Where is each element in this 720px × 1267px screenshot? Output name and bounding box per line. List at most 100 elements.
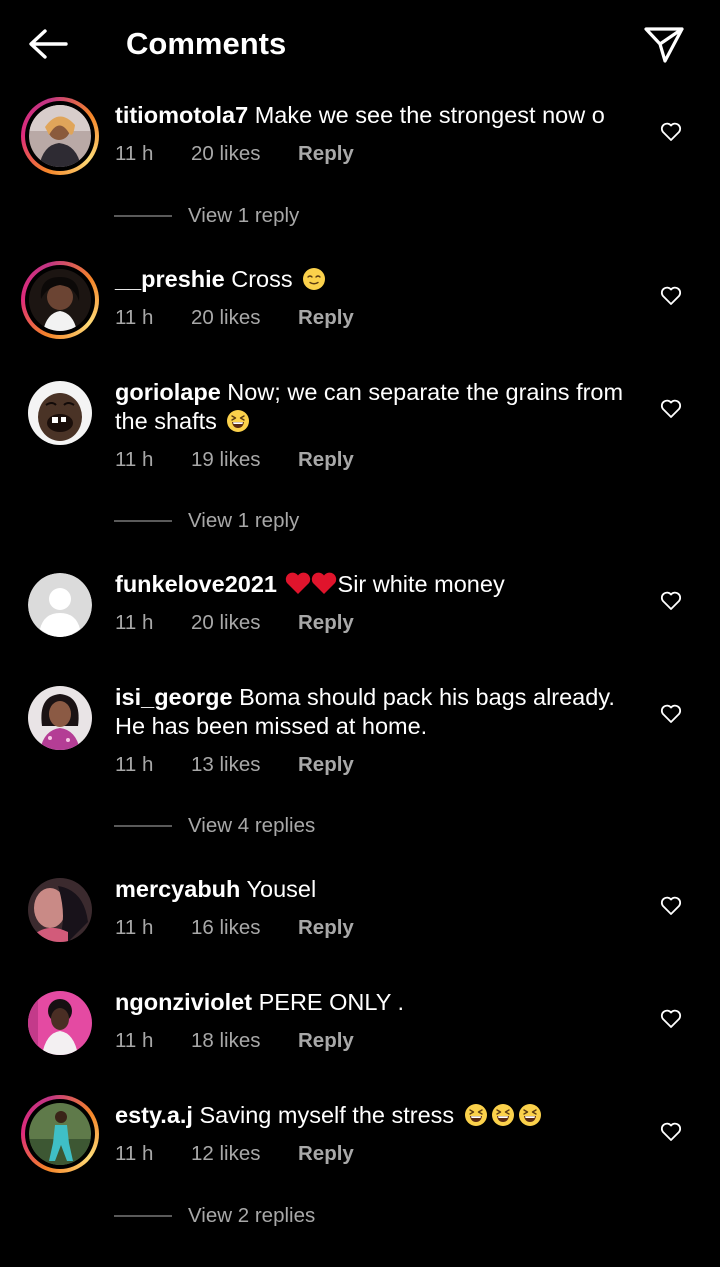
replies-divider (114, 520, 172, 522)
view-replies-label: View 2 replies (188, 1204, 316, 1227)
replies-divider (114, 1215, 172, 1217)
reply-button[interactable]: Reply (298, 1141, 354, 1167)
like-button[interactable] (656, 586, 686, 616)
avatar[interactable] (28, 686, 92, 750)
likes-count[interactable]: 20 likes (191, 141, 298, 167)
like-button[interactable] (656, 281, 686, 311)
username[interactable]: esty.a.j (115, 1102, 193, 1128)
comment-body: PERE ONLY . (258, 989, 405, 1015)
heart-icon (660, 1122, 682, 1141)
likes-count[interactable]: 13 likes (191, 752, 298, 778)
comment-meta: 11 h 20 likes Reply (115, 610, 354, 636)
avatar[interactable] (21, 261, 99, 339)
avatar[interactable] (28, 991, 92, 1055)
reply-button[interactable]: Reply (298, 915, 354, 941)
username[interactable]: goriolape (115, 379, 221, 405)
comment-meta: 11 h 20 likes Reply (115, 305, 354, 331)
comment-meta: 11 h 20 likes Reply (115, 141, 354, 167)
view-replies-button[interactable]: View 2 replies (114, 1202, 315, 1230)
view-replies-button[interactable]: View 1 reply (114, 507, 299, 535)
comment-body: Cross (231, 266, 293, 292)
comment-time: 11 h (115, 306, 154, 329)
likes-count[interactable]: 20 likes (191, 305, 298, 331)
comment-text: esty.a.j Saving myself the stress (115, 1101, 635, 1130)
like-button[interactable] (656, 891, 686, 921)
username[interactable]: ngonziviolet (115, 989, 252, 1015)
view-replies-label: View 4 replies (188, 814, 316, 837)
comment-meta: 11 h 16 likes Reply (115, 915, 354, 941)
grinning-squinting-face-emoji (227, 410, 250, 432)
reply-button[interactable]: Reply (298, 447, 354, 473)
comment-text: isi_george Boma should pack his bags alr… (115, 683, 635, 741)
red-heart-emoji (311, 572, 336, 594)
heart-icon (660, 591, 682, 610)
heart-icon (660, 286, 682, 305)
comment-time: 11 h (115, 142, 154, 165)
reply-button[interactable]: Reply (298, 305, 354, 331)
comment-text: titiomotola7 Make we see the strongest n… (115, 101, 635, 130)
username[interactable]: __preshie (115, 266, 225, 292)
grinning-squinting-face-emoji (464, 1104, 487, 1126)
default-avatar-icon (28, 573, 92, 637)
grinning-squinting-face-emoji (491, 1104, 514, 1126)
comment-time: 11 h (115, 916, 154, 939)
likes-count[interactable]: 12 likes (191, 1141, 298, 1167)
grinning-squinting-face-emoji (518, 1104, 541, 1126)
comment-text: __preshie Cross (115, 265, 635, 294)
likes-count[interactable]: 20 likes (191, 610, 298, 636)
reply-button[interactable]: Reply (298, 141, 354, 167)
arrow-left-icon (29, 29, 68, 59)
comment-body: Saving myself the stress (199, 1102, 455, 1128)
page-title: Comments (126, 26, 287, 61)
heart-icon (660, 1009, 682, 1028)
like-button[interactable] (656, 699, 686, 729)
comment-time: 11 h (115, 611, 154, 634)
comment-meta: 11 h 19 likes Reply (115, 447, 354, 473)
reply-button[interactable]: Reply (298, 1028, 354, 1054)
view-replies-button[interactable]: View 4 replies (114, 812, 315, 840)
username[interactable]: funkelove2021 (115, 571, 277, 597)
view-replies-label: View 1 reply (188, 204, 300, 227)
likes-count[interactable]: 16 likes (191, 915, 298, 941)
share-button[interactable] (640, 20, 688, 68)
comment-time: 11 h (115, 448, 154, 471)
red-heart-emoji (285, 572, 310, 594)
avatar[interactable] (21, 97, 99, 175)
comment-text: ngonziviolet PERE ONLY . (115, 988, 635, 1017)
likes-count[interactable]: 18 likes (191, 1028, 298, 1054)
comment-text: goriolape Now; we can separate the grain… (115, 378, 635, 436)
comment-body: Sir white money (337, 571, 505, 597)
heart-icon (660, 896, 682, 915)
comment-meta: 11 h 12 likes Reply (115, 1141, 354, 1167)
replies-divider (114, 825, 172, 827)
like-button[interactable] (656, 1117, 686, 1147)
avatar[interactable] (28, 878, 92, 942)
view-replies-button[interactable]: View 1 reply (114, 202, 299, 230)
username[interactable]: titiomotola7 (115, 102, 248, 128)
back-button[interactable] (24, 22, 72, 66)
heart-icon (660, 399, 682, 418)
like-button[interactable] (656, 117, 686, 147)
heart-icon (660, 122, 682, 141)
replies-divider (114, 215, 172, 217)
comment-time: 11 h (115, 1029, 154, 1052)
like-button[interactable] (656, 394, 686, 424)
avatar[interactable] (28, 381, 92, 445)
comment-meta: 11 h 13 likes Reply (115, 752, 354, 778)
like-button[interactable] (656, 1004, 686, 1034)
heart-icon (660, 704, 682, 723)
username[interactable]: isi_george (115, 684, 233, 710)
reply-button[interactable]: Reply (298, 752, 354, 778)
comment-text: mercyabuh Yousel (115, 875, 635, 904)
username[interactable]: mercyabuh (115, 876, 240, 902)
comment-text: funkelove2021 Sir white money (115, 570, 635, 599)
paper-plane-icon (644, 27, 684, 63)
likes-count[interactable]: 19 likes (191, 447, 298, 473)
view-replies-label: View 1 reply (188, 509, 300, 532)
avatar[interactable] (28, 573, 92, 637)
comment-body: Yousel (246, 876, 317, 902)
avatar[interactable] (21, 1095, 99, 1173)
reply-button[interactable]: Reply (298, 610, 354, 636)
relieved-face-emoji (303, 268, 326, 290)
comment-body: Make we see the strongest now o (254, 102, 605, 128)
